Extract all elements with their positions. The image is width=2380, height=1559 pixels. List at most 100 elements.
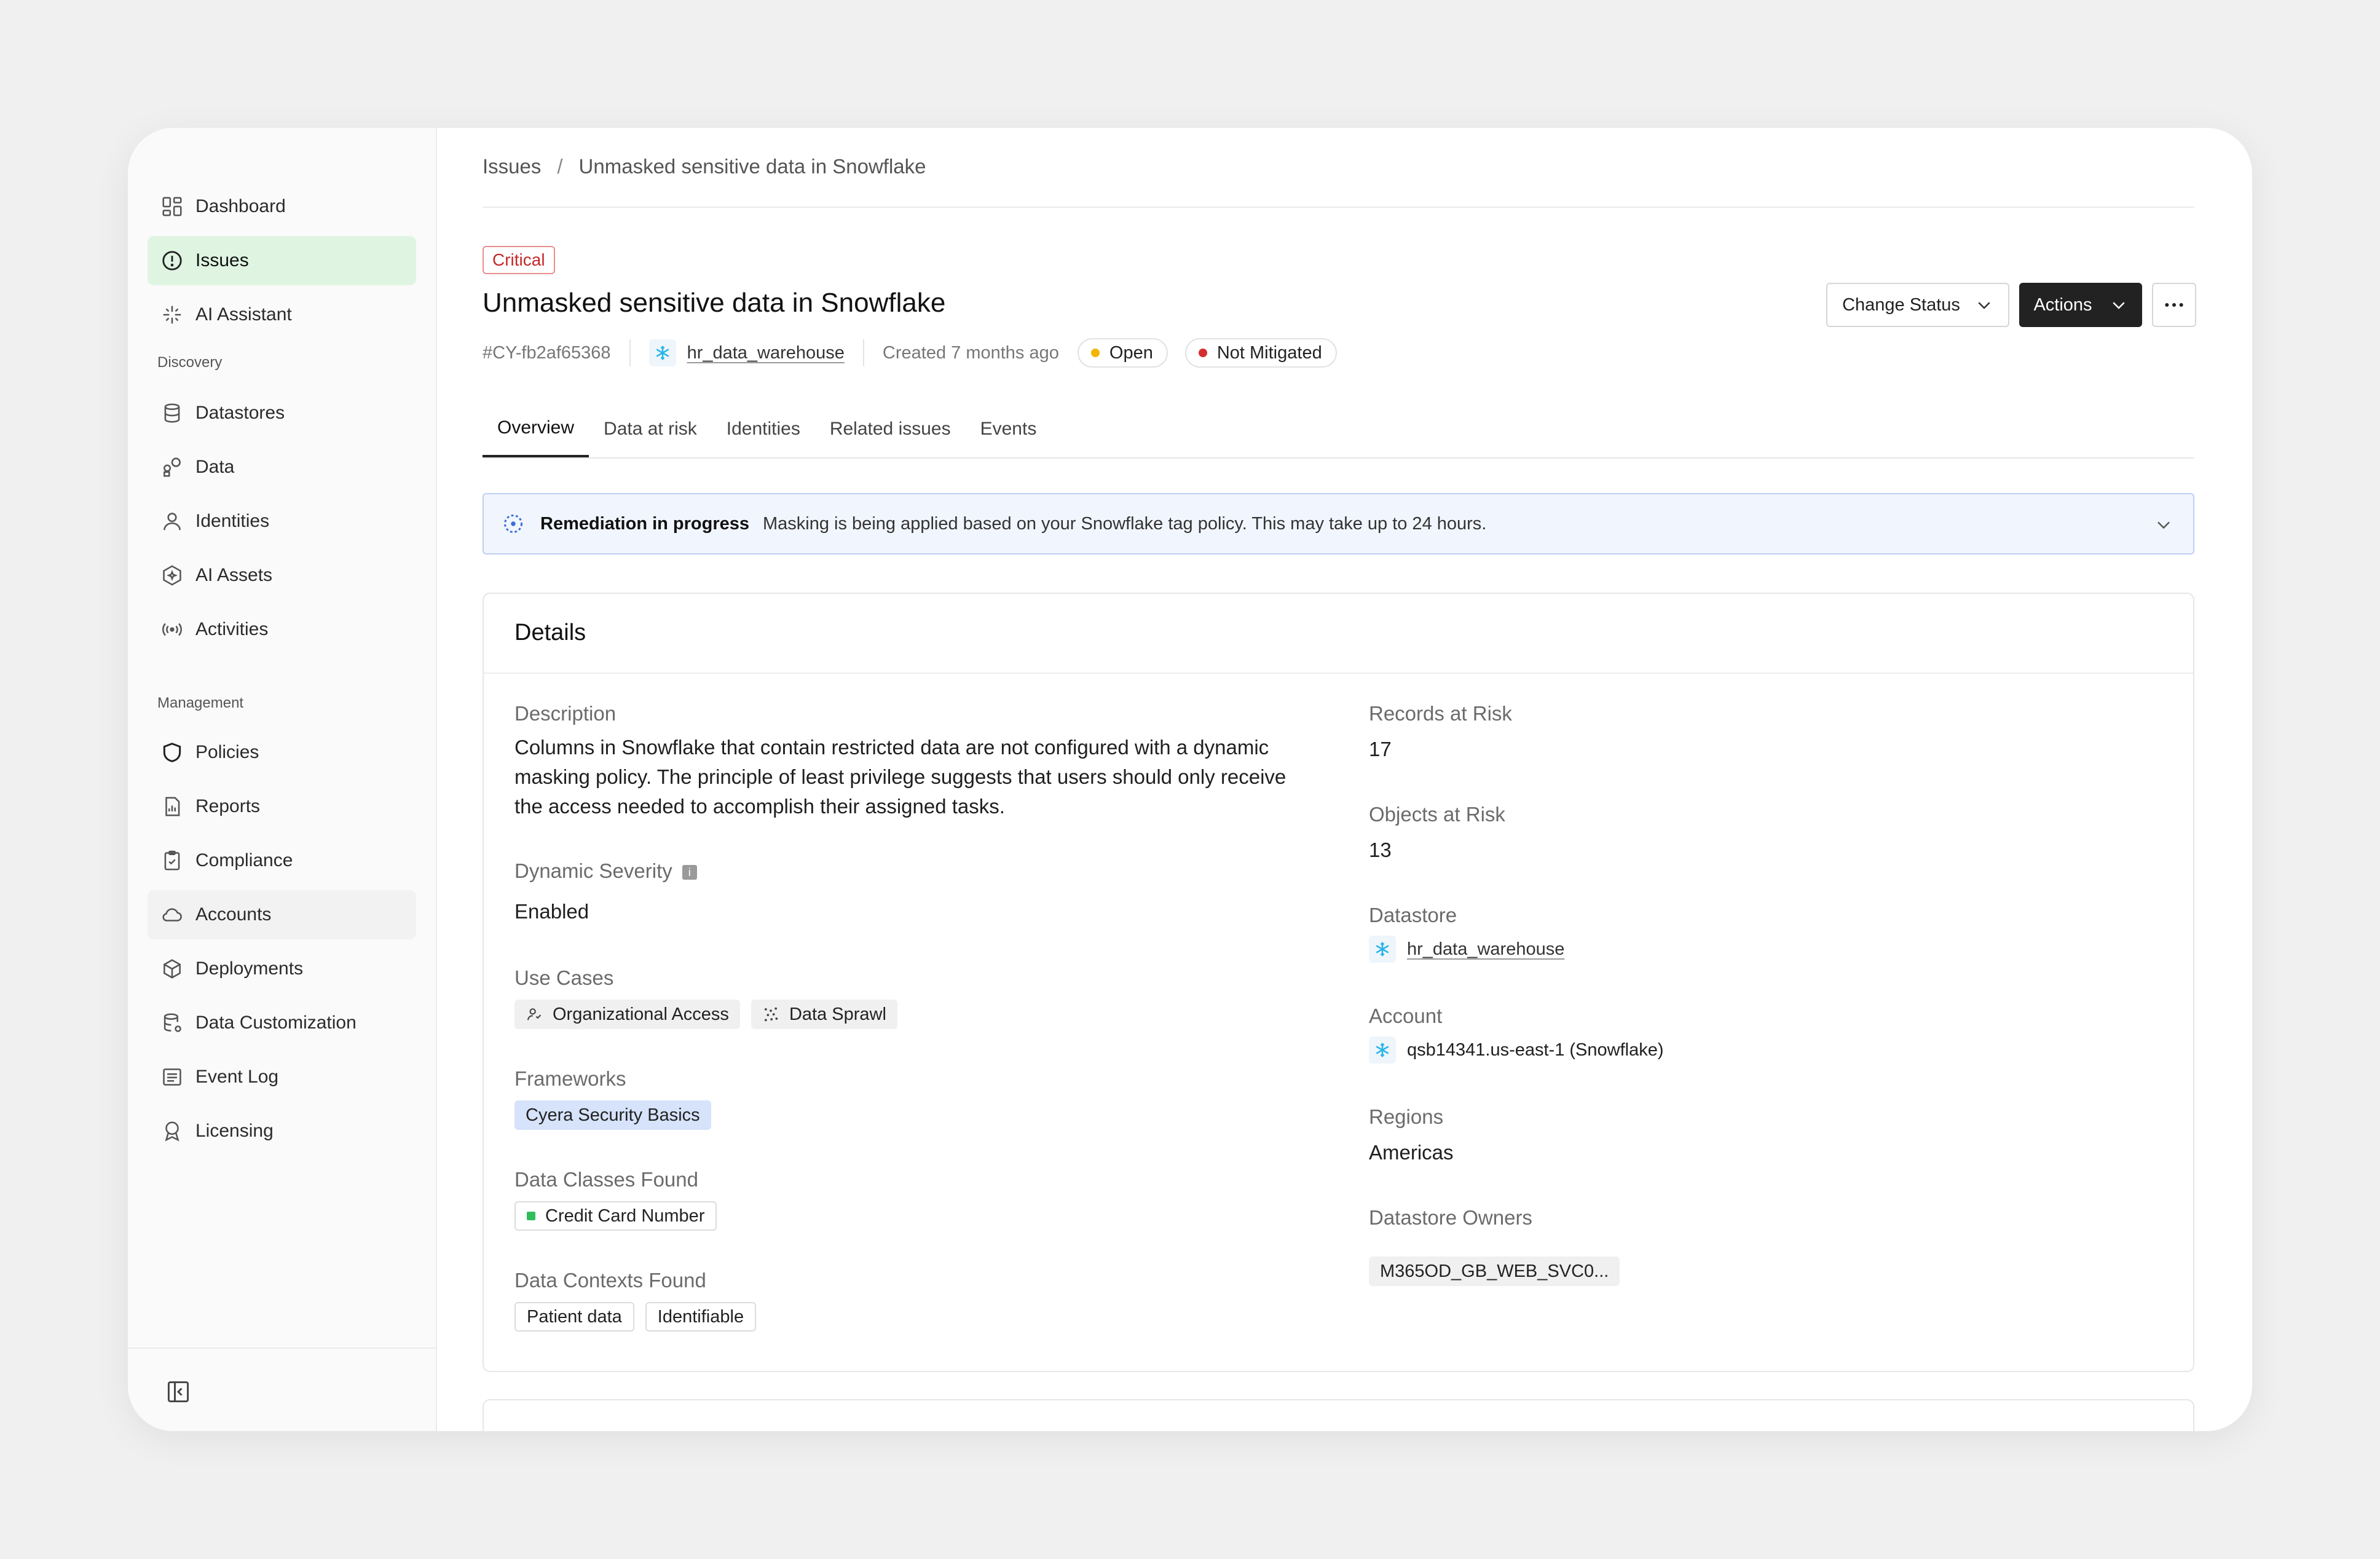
use-case-label: Data Sprawl [789,1004,886,1024]
tab-identities[interactable]: Identities [712,401,815,457]
award-icon [160,1119,184,1143]
status-label: Open [1109,342,1153,363]
created-time: Created 7 months ago [882,342,1059,363]
report-icon [160,794,184,819]
sidebar-item-label: Compliance [195,850,293,870]
dashboard-icon [160,194,184,219]
issue-meta: #CY-fb2af65368 hr_data_warehouse Created… [483,334,1337,371]
tab-overview[interactable]: Overview [483,401,589,457]
frameworks-list: Cyera Security Basics [514,1100,711,1130]
sidebar-item-label: Data Customization [195,1012,357,1033]
sidebar-item-ai-assistant[interactable]: AI Assistant [148,290,416,339]
data-classes-label: Data Classes Found [514,1168,698,1191]
actions-button[interactable]: Actions [2019,283,2142,327]
sidebar-item-label: Policies [195,742,259,762]
breadcrumb: Issues / Unmasked sensitive data in Snow… [483,155,926,178]
objects-at-risk-value: 13 [1369,839,1392,861]
use-case-chip: Data Sprawl [751,1000,897,1029]
tab-data-at-risk[interactable]: Data at risk [589,401,712,457]
chevron-down-icon[interactable] [2153,514,2175,536]
user-icon [160,509,184,534]
tab-events[interactable]: Events [966,401,1052,457]
shield-icon [160,740,184,765]
data-class-chip[interactable]: Credit Card Number [514,1201,717,1231]
sidebar-item-identities[interactable]: Identities [148,497,416,546]
main-content: Issues / Unmasked sensitive data in Snow… [437,128,2252,1431]
sidebar-item-licensing[interactable]: Licensing [148,1107,416,1156]
datastore-link[interactable]: hr_data_warehouse [687,343,845,363]
sidebar-item-label: Accounts [195,904,272,925]
sidebar-item-compliance[interactable]: Compliance [148,836,416,885]
ellipsis-icon [2165,303,2183,307]
framework-chip[interactable]: Cyera Security Basics [514,1100,711,1130]
collapse-sidebar-icon[interactable] [165,1378,192,1405]
datastore-link[interactable]: hr_data_warehouse [1407,939,1564,960]
chevron-down-icon [2112,302,2125,309]
data-class-color-icon [527,1212,535,1220]
sidebar-item-event-log[interactable]: Event Log [148,1052,416,1102]
change-status-button[interactable]: Change Status [1826,283,2009,327]
sidebar-item-label: AI Assistant [195,304,292,325]
snowflake-icon [648,339,676,366]
info-icon[interactable]: i [682,865,697,880]
mitigation-label: Not Mitigated [1216,342,1322,363]
data-context-chip[interactable]: Patient data [514,1302,634,1332]
severity-badge: Critical [483,246,555,274]
hexagon-icon [160,563,184,588]
sidebar-item-issues[interactable]: Issues [148,236,416,285]
list-icon [160,1065,184,1089]
sidebar-item-accounts[interactable]: Accounts [148,890,416,939]
sidebar-item-label: Licensing [195,1121,274,1141]
banner-title: Remediation in progress [540,513,750,534]
objects-at-risk-label: Objects at Risk [1369,803,1505,826]
remediation-banner: Remediation in progress Masking is being… [483,493,2194,555]
sidebar-item-label: Data [195,457,235,477]
divider [862,339,864,366]
sidebar-item-ai-assets[interactable]: AI Assets [148,551,416,600]
mitigation-badge: Not Mitigated [1184,338,1337,368]
sidebar-item-dashboard[interactable]: Dashboard [148,182,416,231]
sidebar-item-label: Dashboard [195,196,286,216]
cube-icon [160,957,184,981]
description-text: Columns in Snowflake that contain restri… [514,736,1287,818]
sidebar-footer [128,1348,436,1431]
shapes-icon [160,455,184,480]
sidebar-item-deployments[interactable]: Deployments [148,944,416,993]
sidebar-item-data[interactable]: Data [148,443,416,492]
sidebar-item-label: AI Assets [195,565,273,585]
breadcrumb-current: Unmasked sensitive data in Snowflake [578,155,926,178]
account-value: qsb14341.us-east-1 (Snowflake) [1369,1036,1664,1064]
sidebar-item-data-customization[interactable]: Data Customization [148,998,416,1048]
tab-bar: Overview Data at risk Identities Related… [483,401,2194,459]
chevron-down-icon [1978,302,1990,309]
data-class-label: Credit Card Number [545,1206,705,1226]
regions-value: Americas [1369,1141,1454,1164]
account-name: qsb14341.us-east-1 (Snowflake) [1407,1040,1664,1060]
sidebar-item-label: Issues [195,250,249,270]
more-options-button[interactable] [2152,283,2196,327]
datastore-label: Datastore [1369,904,1457,926]
owner-chip[interactable]: M365OD_GB_WEB_SVC0... [1369,1257,1620,1286]
sidebar-item-policies[interactable]: Policies [148,728,416,777]
details-card: Details Description Columns in Snowflake… [483,593,2194,1372]
breadcrumb-link-issues[interactable]: Issues [483,155,541,178]
app-window: Dashboard Issues AI Assistant Discovery [128,128,2252,1431]
divider [483,207,2194,208]
data-context-chip[interactable]: Identifiable [645,1302,757,1332]
use-case-chip: Organizational Access [514,1000,740,1029]
use-case-label: Organizational Access [553,1004,729,1024]
sidebar-item-label: Deployments [195,958,304,979]
sidebar-item-datastores[interactable]: Datastores [148,389,416,438]
data-contexts-list: Patient data Identifiable [514,1302,757,1332]
database-icon [160,401,184,425]
datastore-owners-label: Datastore Owners [1369,1206,1532,1229]
tab-related-issues[interactable]: Related issues [815,401,966,457]
records-at-risk-value: 17 [1369,738,1392,760]
clipboard-check-icon [160,848,184,873]
issue-id: #CY-fb2af65368 [483,342,611,363]
divider [629,339,631,366]
status-badge: Open [1077,338,1168,368]
dynamic-severity-label-text: Dynamic Severity [514,859,672,882]
sidebar-item-activities[interactable]: Activities [148,605,416,654]
sidebar-item-reports[interactable]: Reports [148,782,416,831]
